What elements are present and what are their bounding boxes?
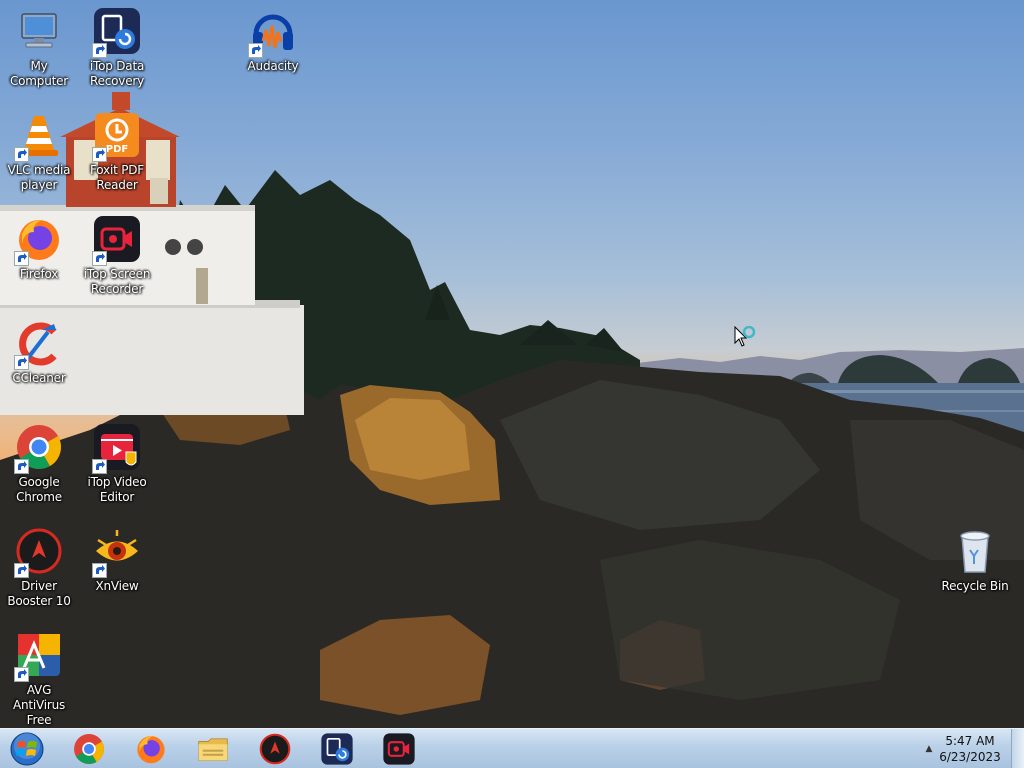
- desktop-icon-audacity[interactable]: Audacity: [234, 2, 312, 102]
- desktop-icon-label: XnView: [95, 579, 139, 593]
- taskbar-chrome-button[interactable]: [66, 730, 112, 768]
- ccleaner-icon: [14, 318, 64, 370]
- desktop-icon-label: Google Chrome: [16, 475, 62, 504]
- driver-booster-icon: [259, 733, 291, 765]
- chrome-icon: [74, 734, 104, 764]
- desktop-icon-foxit-pdf[interactable]: PDF Foxit PDF Reader: [78, 106, 156, 206]
- audacity-icon: [248, 6, 298, 58]
- xnview-icon: [92, 526, 142, 578]
- clock-time: 5:47 AM: [945, 734, 995, 748]
- desktop-icon-recycle-bin[interactable]: Recycle Bin: [936, 522, 1014, 622]
- firefox-icon: [14, 214, 64, 266]
- taskbar-driver-booster-button[interactable]: [252, 730, 298, 768]
- chrome-icon: [14, 422, 64, 474]
- start-button[interactable]: [2, 730, 52, 768]
- taskbar-file-explorer-button[interactable]: [190, 730, 236, 768]
- vlc-icon: [14, 110, 64, 162]
- desktop-icon-label: iTop Data Recovery: [89, 59, 145, 88]
- taskbar: ▲ 5:47 AM 6/23/2023: [0, 728, 1024, 768]
- itop-screen-recorder-icon: [383, 733, 415, 765]
- desktop-icon-itop-data-recovery[interactable]: iTop Data Recovery: [78, 2, 156, 102]
- itop-screen-recorder-icon: [92, 214, 142, 266]
- desktop-icon-ccleaner[interactable]: CCleaner: [0, 314, 78, 414]
- itop-data-recovery-icon: [92, 6, 142, 58]
- desktop-icon-label: My Computer: [9, 59, 69, 88]
- clock[interactable]: 5:47 AM 6/23/2023: [932, 733, 1008, 765]
- desktop-icon-chrome[interactable]: Google Chrome: [0, 418, 78, 518]
- itop-data-recovery-icon: [321, 733, 353, 765]
- desktop-icon-label: CCleaner: [12, 371, 66, 385]
- desktop-icon-itop-screen-recorder[interactable]: iTop Screen Recorder: [78, 210, 156, 310]
- desktop-icon-avg[interactable]: AVG AntiVirus Free: [0, 626, 78, 727]
- desktop: My Computer iTop Data Recovery Audacity …: [0, 0, 1024, 728]
- shortcut-arrow-icon: [14, 147, 29, 162]
- desktop-icon-label: Firefox: [19, 267, 59, 281]
- driver-booster-icon: [14, 526, 64, 578]
- desktop-icon-firefox[interactable]: Firefox: [0, 210, 78, 310]
- shortcut-arrow-icon: [92, 459, 107, 474]
- desktop-icon-driver-booster[interactable]: Driver Booster 10: [0, 522, 78, 622]
- itop-video-editor-icon: [92, 422, 142, 474]
- shortcut-arrow-icon: [14, 459, 29, 474]
- windows-orb-icon: [10, 732, 44, 766]
- shortcut-arrow-icon: [92, 147, 107, 162]
- foxit-pdf-icon: PDF: [92, 110, 142, 162]
- recycle-bin-icon: [950, 526, 1000, 576]
- taskbar-firefox-button[interactable]: [128, 730, 174, 768]
- clock-date: 6/23/2023: [939, 750, 1001, 764]
- desktop-icon-itop-video-editor[interactable]: iTop Video Editor: [78, 418, 156, 518]
- desktop-icon-label: Audacity: [247, 59, 299, 73]
- avg-icon: [14, 630, 64, 682]
- desktop-icon-label: Driver Booster 10: [7, 579, 71, 608]
- shortcut-arrow-icon: [92, 563, 107, 578]
- firefox-icon: [137, 736, 165, 764]
- shortcut-arrow-icon: [14, 251, 29, 266]
- shortcut-arrow-icon: [14, 563, 29, 578]
- shortcut-arrow-icon: [14, 355, 29, 370]
- shortcut-arrow-icon: [92, 43, 107, 58]
- desktop-icon-label: AVG AntiVirus Free: [12, 683, 66, 727]
- shortcut-arrow-icon: [14, 667, 29, 682]
- desktop-icon-label: iTop Screen Recorder: [83, 267, 151, 296]
- taskbar-itop-screen-recorder-button[interactable]: [376, 730, 422, 768]
- desktop-icon-label: Foxit PDF Reader: [90, 163, 144, 192]
- desktop-icon-label: VLC media player: [7, 163, 71, 192]
- desktop-icon-vlc[interactable]: VLC media player: [0, 106, 78, 206]
- desktop-icon-xnview[interactable]: XnView: [78, 522, 156, 622]
- desktop-icon-label: iTop Video Editor: [87, 475, 147, 504]
- desktop-icon-my-computer[interactable]: My Computer: [0, 2, 78, 102]
- show-desktop-button[interactable]: [1011, 729, 1024, 768]
- computer-icon: [14, 6, 64, 56]
- svg-text:PDF: PDF: [106, 144, 128, 155]
- taskbar-itop-data-recovery-button[interactable]: [314, 730, 360, 768]
- shortcut-arrow-icon: [92, 251, 107, 266]
- desktop-icon-label: Recycle Bin: [941, 579, 1009, 593]
- shortcut-arrow-icon: [248, 43, 263, 58]
- file-explorer-icon: [198, 738, 228, 761]
